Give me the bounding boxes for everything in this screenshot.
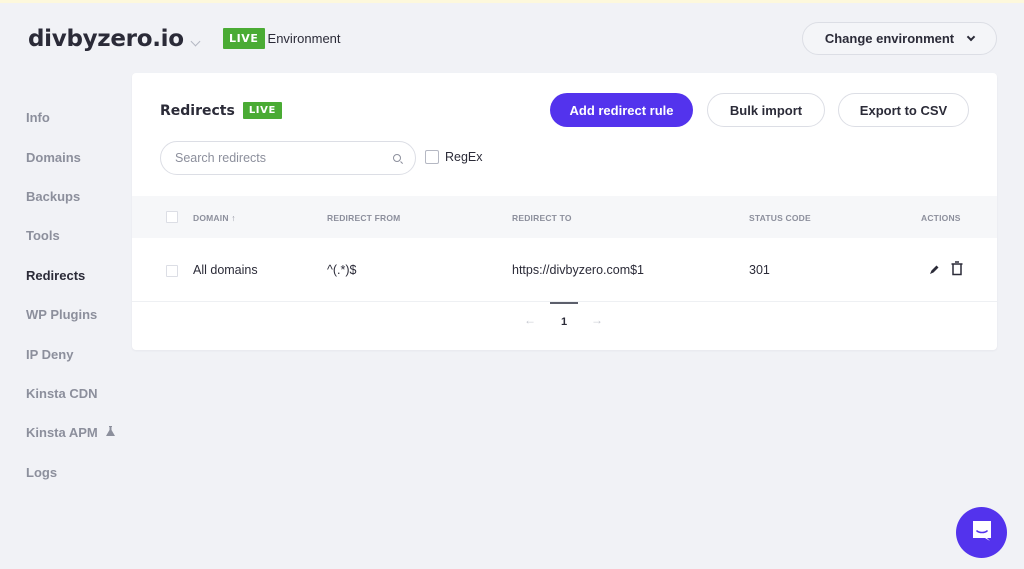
bulk-import-button[interactable]: Bulk import [707, 93, 825, 127]
environment-indicator: LIVE Environment [223, 28, 341, 49]
sidebar-item-logs[interactable]: Logs [26, 453, 115, 492]
column-header-domain[interactable]: Domain ↑ [193, 213, 236, 223]
export-csv-button[interactable]: Export to CSV [838, 93, 969, 127]
sidebar-item-label: Logs [26, 464, 58, 480]
trash-icon[interactable] [950, 261, 964, 276]
chevron-down-icon [966, 32, 976, 42]
column-header-redirect-to: Redirect to [512, 213, 572, 223]
sidebar-item-label: Backups [26, 188, 81, 204]
sidebar-item-label: WP Plugins [26, 307, 98, 323]
previous-page-arrow-icon[interactable]: ← [524, 313, 536, 327]
search-box [160, 141, 416, 175]
sidebar-item-wp-plugins[interactable]: WP Plugins [26, 295, 115, 334]
sidebar-item-kinsta-apm[interactable]: Kinsta APM [26, 413, 115, 452]
cell-redirect-from: ^(.*)$ [327, 263, 357, 277]
column-header-status-code: Status code [749, 213, 811, 223]
sidebar-item-label: Kinsta APM [26, 425, 98, 441]
sidebar-item-kinsta-cdn[interactable]: Kinsta CDN [26, 374, 115, 413]
site-switcher[interactable]: divbyzero.io [28, 26, 201, 52]
current-page-indicator [550, 302, 578, 304]
sidebar-item-label: IP Deny [26, 346, 74, 362]
regex-toggle[interactable]: RegEx [425, 150, 483, 164]
pagination: ← 1 → [132, 302, 997, 342]
sidebar-item-label: Redirects [26, 267, 86, 283]
sidebar-item-tools[interactable]: Tools [26, 216, 115, 255]
sidebar-item-label: Info [26, 110, 50, 126]
sidebar-nav: Info Domains Backups Tools Redirects WP … [26, 98, 115, 492]
table-row: All domains ^(.*)$ https://divbyzero.com… [132, 238, 997, 302]
live-badge: LIVE [242, 102, 282, 119]
page-number[interactable]: 1 [561, 316, 567, 328]
column-header-actions: Actions [921, 213, 961, 223]
chevron-down-icon [190, 36, 201, 46]
search-input[interactable] [175, 151, 393, 165]
cell-redirect-to: https://divbyzero.com$1 [512, 263, 645, 277]
chat-icon [970, 518, 994, 547]
row-checkbox[interactable] [166, 265, 178, 277]
table-header: Domain ↑ Redirect from Redirect to Statu… [132, 196, 997, 238]
sidebar-item-label: Tools [26, 228, 60, 244]
sidebar-item-redirects[interactable]: Redirects [26, 256, 115, 295]
search-icon[interactable] [393, 154, 401, 162]
change-environment-button[interactable]: Change environment [802, 22, 997, 55]
sidebar-item-domains[interactable]: Domains [26, 137, 115, 176]
cell-status-code: 301 [749, 263, 770, 277]
page-title: Redirects [160, 102, 235, 119]
regex-label: RegEx [445, 150, 483, 164]
cell-domain: All domains [193, 263, 258, 277]
add-redirect-rule-button[interactable]: Add redirect rule [550, 93, 693, 127]
site-name: divbyzero.io [28, 26, 184, 52]
column-header-redirect-from: Redirect from [327, 213, 401, 223]
sidebar-item-ip-deny[interactable]: IP Deny [26, 334, 115, 373]
regex-checkbox[interactable] [425, 150, 439, 164]
sidebar-item-backups[interactable]: Backups [26, 177, 115, 216]
chat-support-button[interactable] [956, 507, 1007, 558]
flask-icon [105, 426, 115, 439]
redirects-panel: Redirects LIVE Add redirect rule Bulk im… [132, 73, 997, 350]
sidebar-item-info[interactable]: Info [26, 98, 115, 137]
change-environment-label: Change environment [824, 31, 955, 46]
environment-label: Environment [267, 31, 341, 46]
select-all-checkbox[interactable] [166, 211, 178, 223]
top-notice-strip [0, 0, 1024, 3]
edit-icon[interactable] [928, 263, 940, 275]
live-badge: LIVE [223, 28, 265, 49]
sidebar-item-label: Kinsta CDN [26, 385, 98, 401]
panel-header: Redirects LIVE [160, 102, 282, 119]
next-page-arrow-icon[interactable]: → [591, 313, 603, 327]
sidebar-item-label: Domains [26, 149, 81, 165]
